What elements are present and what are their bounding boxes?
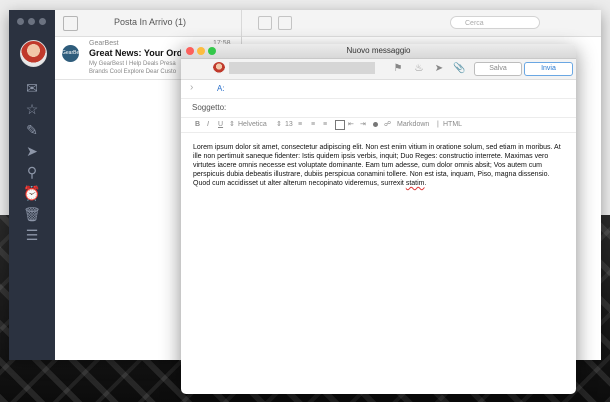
body-text-end: . (424, 180, 427, 187)
compose-window: Nuovo messaggio ⚑ ♨ ➤ 📎 Salva Invia › A:… (181, 44, 576, 394)
font-size-select[interactable]: 13 (285, 121, 293, 129)
body-text: Lorem ipsum dolor sit amet, consectetur … (193, 144, 561, 187)
message-list-header: Posta In Arrivo (1) (55, 10, 241, 37)
misspelled-word: statim (405, 180, 425, 187)
search-icon[interactable]: ⚲ (22, 164, 42, 180)
stepper-icon: ⇕ (229, 121, 235, 128)
align-center-icon[interactable]: ≡ (311, 121, 315, 129)
from-account-field[interactable] (229, 62, 375, 74)
stepper-icon: ⇕ (276, 121, 282, 128)
send-icon[interactable]: ➤ (22, 143, 42, 159)
compose-title: Nuovo messaggio (346, 46, 411, 55)
item-sender: GearBest (89, 40, 119, 47)
alarm-icon[interactable]: ⏰ (22, 185, 42, 201)
subject-field-row[interactable]: Soggetto: (181, 99, 576, 118)
indent-icon[interactable]: ⇥ (360, 121, 366, 129)
format-divider: | (437, 121, 439, 128)
reading-toolbar: Cerca (242, 10, 601, 37)
mailbox-title: Posta In Arrivo (1) (113, 17, 187, 27)
bold-button[interactable]: B (195, 121, 200, 129)
send-button[interactable]: Invia (524, 62, 573, 76)
search-input[interactable]: Cerca (450, 16, 540, 29)
font-family-select[interactable]: Helvetica (238, 121, 267, 129)
message-body-editor[interactable]: Lorem ipsum dolor sit amet, consectetur … (193, 143, 563, 188)
archive-icon[interactable] (258, 16, 272, 30)
compose-toolbar: ⚑ ♨ ➤ 📎 Salva Invia (181, 59, 576, 80)
send-later-icon[interactable]: ➤ (433, 62, 445, 75)
sender-avatar[interactable] (213, 62, 225, 74)
sender-logo: GearBest (62, 45, 83, 62)
to-field-row[interactable]: › A: (181, 80, 576, 99)
link-icon[interactable]: ☍ (384, 121, 391, 129)
format-toolbar: B I U ⇕ Helvetica ⇕ 13 ≡ ≡ ≡ ⇤ ⇥ ☍ Markd… (181, 118, 576, 133)
text-color-icon[interactable] (373, 122, 378, 127)
markdown-toggle[interactable]: Markdown (397, 121, 429, 129)
delete-icon[interactable] (278, 16, 292, 30)
align-left-icon[interactable]: ≡ (298, 121, 302, 129)
to-label: A: (217, 84, 225, 93)
subject-label: Soggetto: (192, 103, 227, 112)
html-toggle[interactable]: HTML (443, 121, 462, 129)
save-button[interactable]: Salva (474, 62, 522, 76)
bell-icon[interactable]: ♨ (413, 62, 425, 75)
compose-icon[interactable] (63, 16, 78, 31)
minimize-window-button[interactable] (28, 18, 35, 25)
menu-icon[interactable]: ☰ (22, 227, 42, 243)
outdent-icon[interactable]: ⇤ (348, 121, 354, 129)
sidebar: ✉ ☆ ✎ ➤ ⚲ ⏰ 🗑 ☰ (9, 10, 55, 360)
justify-icon[interactable] (335, 120, 345, 130)
account-avatar[interactable] (20, 40, 47, 67)
attachment-icon[interactable]: 📎 (453, 62, 465, 75)
underline-button[interactable]: U (218, 121, 223, 129)
compose-titlebar: Nuovo messaggio (181, 44, 576, 59)
inbox-icon[interactable]: ✉ (22, 80, 42, 96)
italic-button[interactable]: I (207, 121, 209, 129)
close-window-button[interactable] (17, 18, 24, 25)
zoom-window-button[interactable] (39, 18, 46, 25)
chevron-right-icon[interactable]: › (190, 82, 193, 93)
star-icon[interactable]: ☆ (22, 101, 42, 117)
pencil-icon[interactable]: ✎ (22, 122, 42, 138)
trash-icon[interactable]: 🗑 (22, 206, 42, 222)
align-right-icon[interactable]: ≡ (323, 121, 327, 129)
item-subject: Great News: Your Orde (89, 48, 188, 58)
template-icon[interactable]: ⚑ (392, 62, 404, 75)
